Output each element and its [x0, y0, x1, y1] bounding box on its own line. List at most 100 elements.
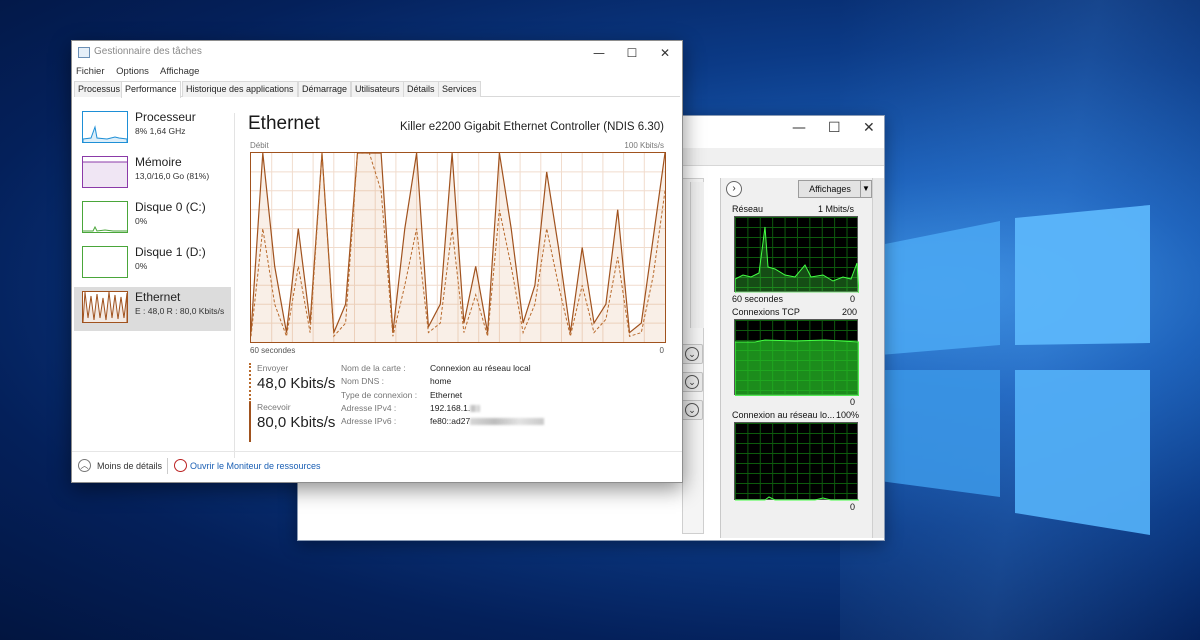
sidebar-item-ethernet[interactable]: Ethernet E : 48,0 R : 80,0 Kbits/s: [74, 287, 231, 331]
graph-min: 0: [850, 294, 856, 304]
task-manager-window: Gestionnaire des tâches — ☐ ✕ Fichier Op…: [71, 40, 683, 483]
expand-button[interactable]: ⌄: [681, 372, 703, 392]
cpu-thumbnail: [82, 111, 128, 143]
graph-max: 100%: [836, 410, 860, 420]
tab-processus[interactable]: Processus: [74, 81, 125, 97]
sidebar-item-value: 13,0/16,0 Go (81%): [135, 171, 210, 181]
expand-button[interactable]: ⌄: [681, 344, 703, 364]
sidebar-item-disque0[interactable]: Disque 0 (C:) 0%: [74, 197, 231, 241]
disk0-thumbnail: [82, 201, 128, 233]
send-stat: Envoyer 48,0 Kbits/s: [249, 363, 336, 403]
sidebar-item-label: Ethernet: [135, 290, 181, 304]
menu-fichier[interactable]: Fichier: [76, 66, 105, 77]
send-label: Envoyer: [257, 363, 289, 373]
tab-strip: Processus Performance Historique des app…: [74, 81, 680, 98]
maximize-icon[interactable]: ☐: [617, 44, 647, 62]
detail-key: Adresse IPv4 :: [341, 402, 397, 413]
minimize-icon[interactable]: —: [584, 44, 614, 62]
detail-key: Type de connexion :: [341, 389, 418, 400]
sidebar-item-value: E : 48,0 R : 80,0 Kbits/s: [135, 306, 225, 316]
local-network-graph: [734, 422, 859, 501]
chevron-up-icon[interactable]: ︿: [78, 459, 91, 472]
menu-options[interactable]: Options: [116, 66, 149, 77]
view-button[interactable]: Affichages: [798, 180, 862, 198]
receive-stat: Recevoir 80,0 Kbits/s: [249, 402, 336, 442]
page-title: Ethernet: [248, 113, 320, 134]
detail-value: Connexion au réseau local: [430, 363, 531, 373]
sidebar-divider: [234, 113, 235, 458]
tab-performance[interactable]: Performance: [121, 81, 181, 98]
network-graph: [734, 216, 860, 294]
sidebar-item-label: Mémoire: [135, 155, 182, 169]
tab-details[interactable]: Détails: [403, 81, 439, 97]
footer-divider: [167, 458, 168, 474]
graph-toolbar: › Affichages ▼: [724, 180, 872, 200]
chevron-down-icon[interactable]: ▼: [860, 180, 872, 198]
graph-title: Réseau: [732, 204, 764, 214]
ipv6-value: fe80::ad27: [430, 416, 471, 427]
menu-affichage[interactable]: Affichage: [160, 66, 199, 77]
task-manager-icon: [78, 47, 90, 58]
close-icon[interactable]: ✕: [650, 44, 680, 62]
sidebar-item-value: 0%: [135, 216, 148, 226]
detail-value: fe80::ad27: [430, 416, 545, 427]
detail-key: Adresse IPv6 :: [341, 416, 397, 427]
redacted-blur: [470, 418, 545, 426]
ethernet-thumbnail: [82, 291, 128, 323]
chart-y-min: 0: [659, 346, 664, 355]
disk1-thumbnail: [82, 246, 128, 278]
graph-max: 200: [842, 307, 858, 317]
tab-historique[interactable]: Historique des applications: [182, 81, 298, 97]
detail-value: 192.168.1.: [430, 402, 481, 413]
chart-y-label: Débit: [250, 141, 269, 150]
collapse-arrow-icon[interactable]: ›: [726, 181, 742, 197]
adapter-name: Killer e2200 Gigabit Ethernet Controller…: [400, 121, 664, 133]
graph-title: Connexions TCP: [732, 307, 800, 317]
tab-services[interactable]: Services: [438, 81, 481, 97]
tcp-connections-graph: [734, 319, 860, 397]
graph-left-label: 60 secondes: [732, 294, 784, 304]
maximize-icon[interactable]: ☐: [828, 120, 841, 136]
throughput-chart-svg: [250, 152, 666, 342]
ipv4-value: 192.168.1.: [430, 402, 471, 413]
windows-logo: [880, 205, 1150, 535]
detail-key: Nom DNS :: [341, 376, 384, 387]
chart-y-max: 100 Kbits/s: [624, 141, 664, 150]
receive-value: 80,0 Kbits/s: [257, 414, 336, 431]
sidebar-item-value: 0%: [135, 261, 148, 271]
open-resource-monitor-link[interactable]: Ouvrir le Moniteur de ressources: [190, 461, 321, 471]
graph-min: 0: [850, 397, 856, 407]
graph-min: 0: [850, 502, 856, 512]
sidebar-item-value: 8% 1,64 GHz: [135, 126, 186, 136]
sidebar-item-label: Disque 0 (C:): [135, 200, 206, 214]
less-details-link[interactable]: Moins de détails: [97, 461, 162, 471]
send-value: 48,0 Kbits/s: [257, 375, 336, 392]
graph-title: Connexion au réseau lo...: [732, 410, 835, 420]
tab-demarrage[interactable]: Démarrage: [298, 81, 352, 97]
chart-x-label: 60 secondes: [250, 346, 296, 355]
tab-utilisateurs[interactable]: Utilisateurs: [351, 81, 404, 97]
graph-pane-scrollbar[interactable]: [872, 178, 884, 538]
redacted-blur: [470, 405, 481, 413]
sidebar-item-label: Disque 1 (D:): [135, 245, 206, 259]
receive-label: Recevoir: [257, 402, 291, 412]
close-icon[interactable]: ✕: [863, 120, 875, 136]
menu-bar: Fichier Options Affichage: [76, 66, 208, 80]
graph-max: 1 Mbits/s: [818, 204, 855, 214]
sidebar-item-memoire[interactable]: Mémoire 13,0/16,0 Go (81%): [74, 152, 231, 196]
title-bar: Gestionnaire des tâches — ☐ ✕: [72, 41, 682, 65]
memory-thumbnail: [82, 156, 128, 188]
detail-value: home: [430, 376, 452, 387]
performance-sidebar: Processeur 8% 1,64 GHz Mémoire 13,0/16,0…: [74, 107, 231, 461]
detail-key: Nom de la carte :: [341, 363, 406, 373]
sidebar-item-disque1[interactable]: Disque 1 (D:) 0%: [74, 242, 231, 286]
detail-value: Ethernet: [430, 389, 463, 400]
sidebar-item-label: Processeur: [135, 110, 196, 124]
resource-monitor-icon: [174, 459, 187, 472]
resource-monitor-scrollbar[interactable]: [690, 182, 704, 328]
throughput-chart: [250, 152, 666, 343]
minimize-icon[interactable]: —: [792, 120, 806, 136]
expand-button[interactable]: ⌄: [681, 400, 703, 420]
footer-bar: ︿ Moins de détails Ouvrir le Moniteur de…: [72, 451, 682, 481]
sidebar-item-processeur[interactable]: Processeur 8% 1,64 GHz: [74, 107, 231, 151]
